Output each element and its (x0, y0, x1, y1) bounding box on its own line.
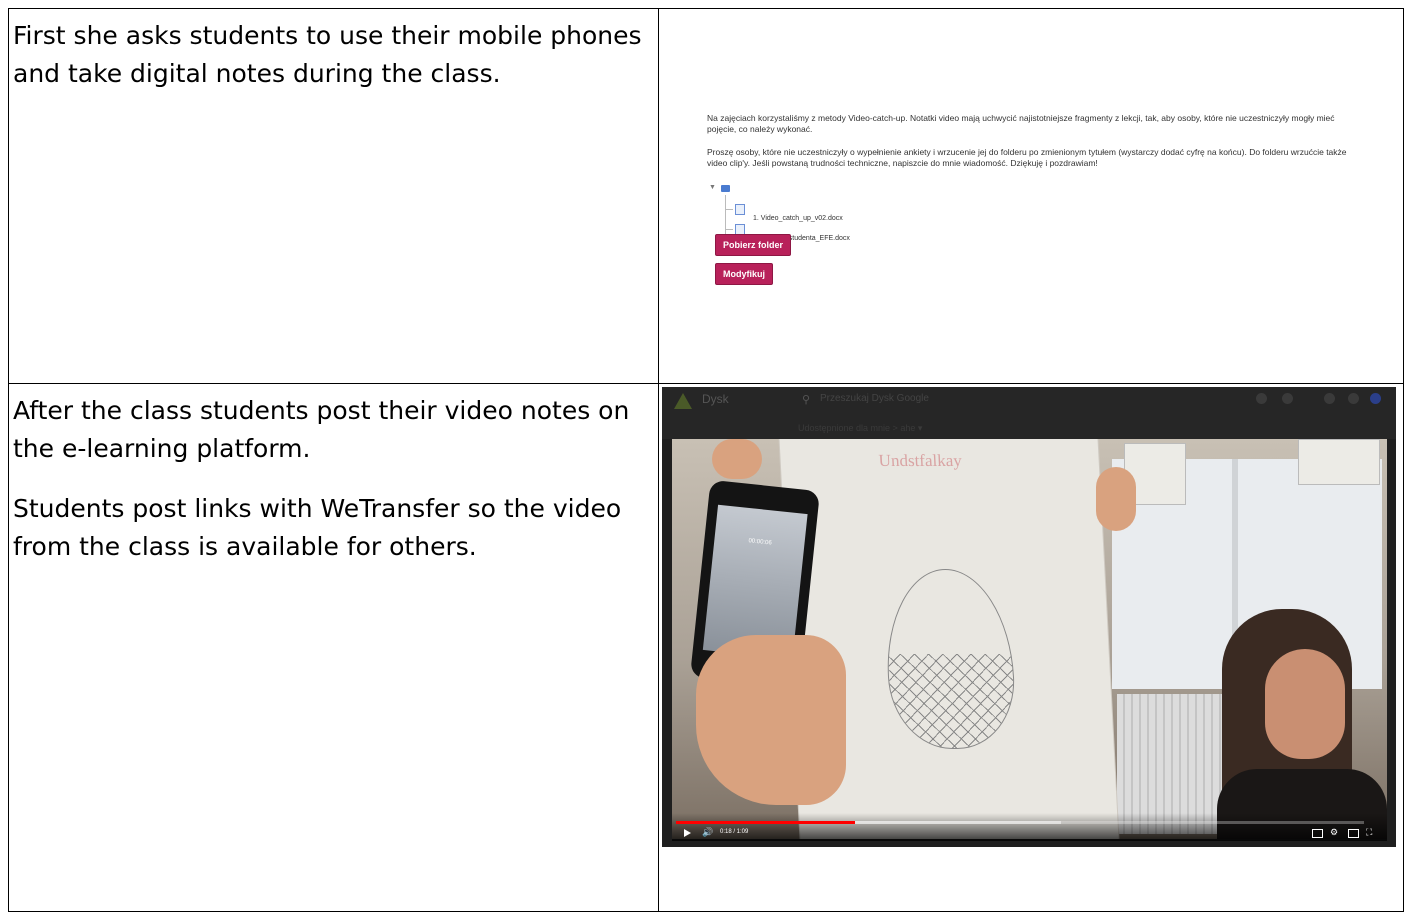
text-cell: First she asks students to use their mob… (8, 7, 659, 385)
drive-logo-icon (674, 393, 692, 410)
paragraph: First she asks students to use their mob… (13, 21, 642, 88)
folder-icon (721, 185, 730, 192)
student-person (1217, 609, 1387, 840)
document-table: First she asks students to use their mob… (8, 7, 1404, 912)
breadcrumb[interactable]: Udostępnione dla mnie > ahe ▾ (798, 423, 922, 434)
file-link[interactable]: 1. Video_catch_up_v02.docx (753, 215, 843, 222)
hand (1096, 467, 1136, 532)
table-row: First she asks students to use their mob… (8, 7, 1404, 385)
moodle-paragraph: Na zajęciach korzystaliśmy z metody Vide… (707, 113, 1335, 134)
hand (712, 439, 762, 480)
person-face (1265, 649, 1345, 760)
edit-button[interactable]: Modyfikuj (715, 263, 773, 285)
paper-title: Undstfalkay (878, 451, 963, 471)
hand (696, 635, 846, 806)
table-row: After the class students post their vide… (8, 383, 1404, 912)
image-cell: Dysk ⚲ Przeszukaj Dysk Google Udostępnio… (658, 383, 1404, 912)
video-controls (672, 813, 1387, 842)
wall-poster (1298, 439, 1380, 486)
video-player-screenshot: Dysk ⚲ Przeszukaj Dysk Google Udostępnio… (662, 387, 1396, 848)
egg-net-pattern (887, 654, 1018, 750)
text-cell: After the class students post their vide… (8, 383, 659, 912)
image-cell: Na zajęciach korzystaliśmy z metody Vide… (658, 7, 1404, 385)
recording-time: 00:00:06 (748, 538, 772, 547)
tree-branch (725, 229, 733, 230)
egg-drawing (882, 569, 1018, 750)
drive-header: Dysk ⚲ Przeszukaj Dysk Google Udostępnio… (662, 387, 1396, 440)
moodle-paragraph: Proszę osoby, które nie uczestniczyły o … (707, 147, 1347, 168)
avatar[interactable] (1370, 393, 1381, 405)
video-frame[interactable]: Undstfalkay 00:00:06 (672, 439, 1387, 840)
paragraph: After the class students post their vide… (13, 396, 630, 464)
download-folder-button[interactable]: Pobierz folder (715, 234, 792, 256)
help-icon[interactable] (1256, 393, 1267, 405)
search-icon: ⚲ (802, 394, 811, 407)
app-name: Dysk (702, 392, 729, 407)
gear-icon[interactable] (1282, 393, 1293, 405)
subtitles-icon[interactable] (1312, 829, 1323, 839)
progress-bar[interactable] (676, 821, 1364, 825)
fullscreen-icon[interactable]: ⛶ (1366, 827, 1372, 838)
document-icon (735, 204, 745, 215)
search-input[interactable]: Przeszukaj Dysk Google (820, 393, 929, 404)
play-icon[interactable] (684, 829, 691, 838)
paragraph: Students post links with WeTransfer so t… (13, 494, 622, 562)
tree-branch (725, 209, 733, 210)
volume-icon[interactable]: 🔊 (702, 827, 713, 838)
time-display: 0:18 / 1:09 (720, 829, 749, 836)
settings-icon[interactable]: ⚙ (1330, 827, 1338, 838)
apps-icon[interactable] (1324, 393, 1335, 405)
notifications-icon[interactable] (1348, 393, 1359, 405)
tree-toggle-icon[interactable]: ▼ (709, 184, 716, 191)
moodle-folder-screenshot: Na zajęciach korzystaliśmy z metody Vide… (661, 87, 1401, 293)
miniplayer-icon[interactable] (1348, 829, 1359, 839)
progress-played (676, 821, 855, 825)
